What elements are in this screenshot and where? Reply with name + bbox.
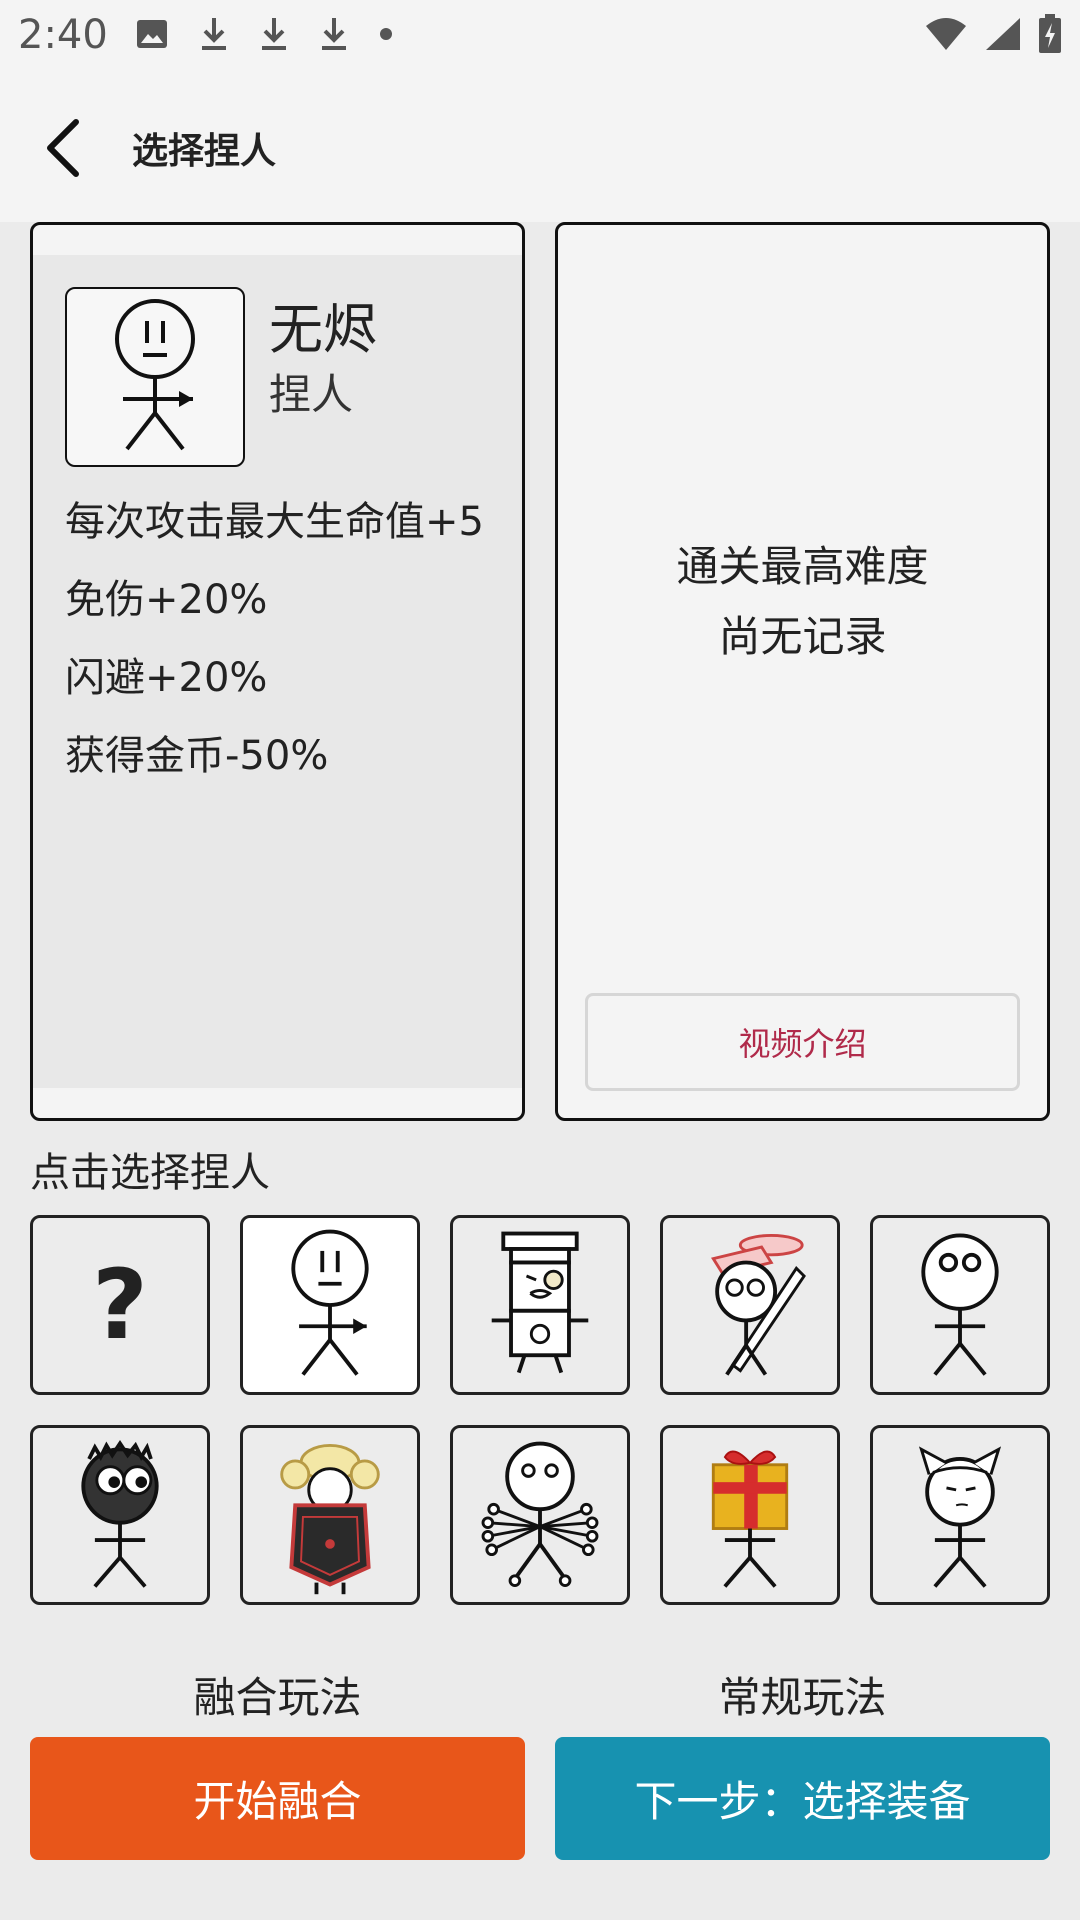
cat-ear-figure-icon [918, 1446, 1002, 1588]
start-fusion-button[interactable]: 开始融合 [30, 1737, 525, 1860]
character-cell[interactable] [450, 1215, 630, 1395]
character-cell-selected[interactable] [240, 1215, 420, 1395]
character-name: 无烬 [269, 298, 377, 361]
shield-chef-figure-icon [280, 1444, 380, 1595]
download-icon [322, 18, 346, 50]
download-icon [262, 18, 286, 50]
record-card: 通关最高难度 尚无记录 视频介绍 [555, 222, 1050, 1121]
stick-figure-arrow-icon [115, 299, 195, 451]
graduate-sword-figure-icon [710, 1234, 806, 1376]
round-eyes-stick-figure-icon [921, 1233, 999, 1376]
character-cell[interactable] [30, 1425, 210, 1605]
app-bar: 选择捏人 [0, 72, 1080, 222]
video-intro-button[interactable]: 视频介绍 [585, 993, 1020, 1091]
status-bar: 2:40 [0, 0, 1080, 72]
character-cell[interactable] [450, 1425, 630, 1605]
multi-arm-figure-icon [481, 1441, 599, 1587]
back-button[interactable] [36, 112, 96, 184]
record-value: 尚无记录 [718, 612, 887, 661]
gift-box-figure-icon [711, 1450, 789, 1588]
character-cell[interactable] [240, 1425, 420, 1605]
select-hint: 点击选择捏人 [30, 1150, 270, 1196]
dot-icon [380, 28, 392, 40]
character-cell[interactable] [870, 1215, 1050, 1395]
character-cell-random[interactable]: ? [30, 1215, 210, 1395]
battery-icon [1039, 14, 1061, 53]
stick-figure-arrow-icon [291, 1229, 369, 1376]
effect-item: 每次攻击最大生命值+5 [65, 499, 484, 545]
page-title: 选择捏人 [132, 131, 277, 172]
character-cell[interactable] [660, 1215, 840, 1395]
signal-icon [986, 18, 1020, 50]
top-hat-monocle-figure-icon [491, 1231, 589, 1374]
normal-mode-label: 常规玩法 [718, 1673, 887, 1722]
download-icon [202, 18, 226, 50]
image-icon [137, 20, 167, 48]
character-portrait [65, 287, 245, 467]
character-info-card: 无烬 捏人 每次攻击最大生命值+5 免伤+20% 闪避+20% 获得金币-50% [30, 222, 525, 1121]
effect-item: 免伤+20% [65, 577, 268, 623]
character-cell[interactable] [660, 1425, 840, 1605]
character-cell[interactable] [870, 1425, 1050, 1605]
effect-item: 获得金币-50% [65, 733, 329, 779]
record-title: 通关最高难度 [676, 542, 929, 591]
effects-list: 每次攻击最大生命值+5 免伤+20% 闪避+20% 获得金币-50% [65, 495, 484, 807]
back-arrow-icon [47, 119, 79, 177]
wifi-icon [926, 18, 966, 50]
fusion-mode-label: 融合玩法 [193, 1673, 362, 1722]
effect-item: 闪避+20% [65, 655, 268, 701]
next-select-equipment-button[interactable]: 下一步：选择装备 [555, 1737, 1050, 1860]
character-type: 捏人 [269, 370, 354, 419]
black-head-figure-icon [81, 1440, 159, 1588]
status-time: 2:40 [18, 12, 108, 58]
question-mark-icon: ? [92, 1249, 148, 1361]
